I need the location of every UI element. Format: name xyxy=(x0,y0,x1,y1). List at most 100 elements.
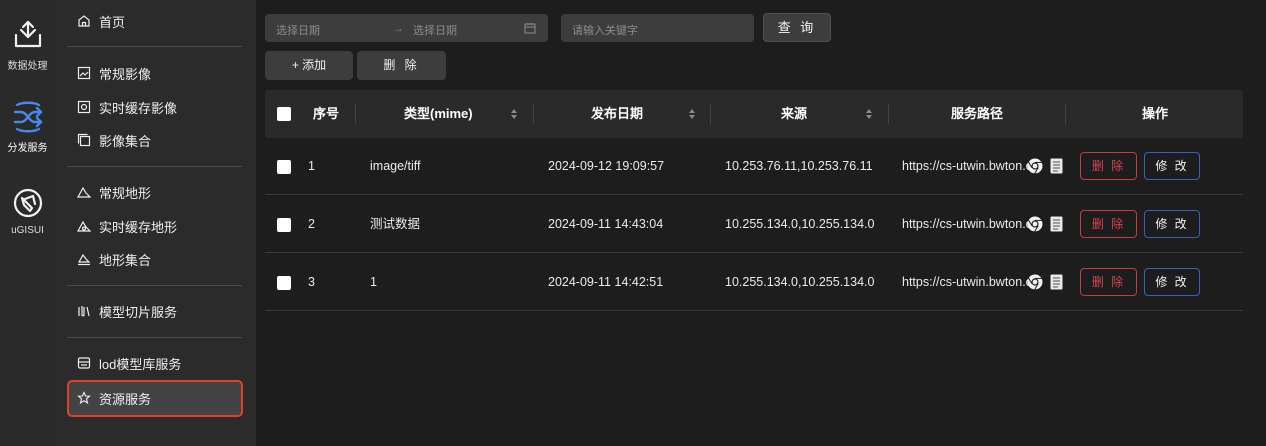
menu-item-label: 常规地形 xyxy=(99,185,152,201)
image-icon xyxy=(77,66,91,80)
cell-source: 10.253.76.11,10.253.76.11 xyxy=(725,159,873,173)
menu-item-terrain-collection[interactable]: 地形集合 xyxy=(77,249,151,269)
cell-service-path: https://cs-utwin.bwton.com xyxy=(902,159,1030,173)
end-date-placeholder[interactable]: 选择日期 xyxy=(413,22,457,38)
menu-item-realtime-terrain-cache[interactable]: 实时缓存地形 xyxy=(77,216,177,236)
collection-icon xyxy=(77,133,91,147)
row-edit-button[interactable]: 修 改 xyxy=(1144,210,1200,238)
table-header: 序号 类型(mime) 发布日期 来源 服务路径 操作 xyxy=(265,90,1243,138)
menu-divider xyxy=(67,337,242,338)
rail-item-distribution[interactable]: 分发服务 xyxy=(0,100,55,154)
arrow-right-icon: → xyxy=(392,21,404,35)
ugis-icon xyxy=(13,188,42,218)
row-checkbox[interactable] xyxy=(277,218,291,232)
cell-type: 测试数据 xyxy=(370,217,421,231)
add-button[interactable]: + 添加 xyxy=(265,51,353,80)
chrome-icon[interactable] xyxy=(1027,158,1043,174)
sort-icon[interactable] xyxy=(688,108,696,120)
rail-label-distribution: 分发服务 xyxy=(7,143,48,154)
header-index: 序号 xyxy=(313,106,340,121)
menu-item-home[interactable]: 首页 xyxy=(77,11,125,31)
menu-item-label: lod模型库服务 xyxy=(99,356,182,372)
header-publish-date: 发布日期 xyxy=(591,106,644,121)
copy-document-icon[interactable] xyxy=(1050,274,1063,290)
row-edit-button[interactable]: 修 改 xyxy=(1144,152,1200,180)
table-row: 2 测试数据 2024-09-11 14:43:04 10.255.134.0,… xyxy=(265,196,1243,253)
row-checkbox[interactable] xyxy=(277,160,291,174)
terrain-collection-icon xyxy=(77,253,91,266)
menu-divider xyxy=(67,46,242,47)
menu-item-label: 实时缓存地形 xyxy=(99,219,178,235)
menu-item-model-tile-service[interactable]: 模型切片服务 xyxy=(77,301,177,321)
column-separator xyxy=(888,104,889,124)
header-operations: 操作 xyxy=(1142,106,1169,121)
cell-publish-date: 2024-09-11 14:43:04 xyxy=(548,217,664,231)
lod-model-icon xyxy=(77,357,91,369)
rail-item-ugisui[interactable]: uGISUI xyxy=(0,186,55,236)
query-button[interactable]: 查 询 xyxy=(763,13,831,42)
cell-index: 1 xyxy=(308,159,315,173)
menu-item-label: 影像集合 xyxy=(99,133,152,149)
menu-item-regular-terrain[interactable]: 常规地形 xyxy=(77,182,151,202)
column-separator xyxy=(355,104,356,124)
chrome-icon[interactable] xyxy=(1027,216,1043,232)
rail-item-data-processing[interactable]: 数据处理 xyxy=(0,18,55,72)
sort-icon[interactable] xyxy=(510,108,518,120)
start-date-placeholder[interactable]: 选择日期 xyxy=(276,22,320,38)
cell-index: 2 xyxy=(308,217,315,231)
date-range-picker[interactable]: 选择日期 → 选择日期 xyxy=(265,14,548,42)
menu-divider xyxy=(67,285,242,286)
column-separator xyxy=(1065,104,1066,124)
cell-type: image/tiff xyxy=(370,159,421,173)
row-delete-button[interactable]: 删 除 xyxy=(1080,210,1137,238)
copy-document-icon[interactable] xyxy=(1050,216,1063,232)
home-icon xyxy=(78,15,90,27)
resource-icon xyxy=(77,391,91,405)
header-source: 来源 xyxy=(781,106,808,121)
cell-service-path: https://cs-utwin.bwton.com xyxy=(902,217,1030,231)
chrome-icon[interactable] xyxy=(1027,274,1043,290)
keyword-search-input[interactable]: 请输入关键字 xyxy=(561,14,754,42)
row-checkbox[interactable] xyxy=(277,276,291,290)
row-delete-button[interactable]: 删 除 xyxy=(1080,152,1137,180)
row-edit-button[interactable]: 修 改 xyxy=(1144,268,1200,296)
image-cache-icon xyxy=(77,100,91,114)
main-content: 选择日期 → 选择日期 请输入关键字 查 询 + 添加 删 除 序号 类型(mi… xyxy=(256,0,1266,446)
model-tile-icon xyxy=(78,306,90,317)
select-all-checkbox[interactable] xyxy=(277,107,291,121)
header-service-path: 服务路径 xyxy=(951,106,1004,121)
cell-index: 3 xyxy=(308,275,315,289)
menu-item-image-collection[interactable]: 影像集合 xyxy=(77,130,151,150)
column-separator xyxy=(710,104,711,124)
copy-document-icon[interactable] xyxy=(1050,158,1063,174)
distribution-icon xyxy=(13,101,42,133)
cell-source: 10.255.134.0,10.255.134.0 xyxy=(725,217,875,231)
column-separator xyxy=(533,104,534,124)
menu-item-regular-imagery[interactable]: 常规影像 xyxy=(77,63,151,83)
menu-item-realtime-image-cache[interactable]: 实时缓存影像 xyxy=(77,97,177,117)
cell-source: 10.255.134.0,10.255.134.0 xyxy=(725,275,875,289)
menu-item-label: 资源服务 xyxy=(99,391,152,407)
cell-publish-date: 2024-09-12 19:09:57 xyxy=(548,159,665,173)
menu-item-label: 地形集合 xyxy=(99,252,152,268)
table-row: 3 1 2024-09-11 14:42:51 10.255.134.0,10.… xyxy=(265,254,1243,311)
cell-service-path: https://cs-utwin.bwton.com xyxy=(902,275,1030,289)
table-row: 1 image/tiff 2024-09-12 19:09:57 10.253.… xyxy=(265,138,1243,195)
menu-item-label: 模型切片服务 xyxy=(99,304,178,320)
menu-item-label: 实时缓存影像 xyxy=(99,100,178,116)
menu-divider xyxy=(67,166,242,167)
sort-icon[interactable] xyxy=(865,108,873,120)
menu-item-resource-service[interactable]: 资源服务 xyxy=(77,388,151,408)
side-menu: 首页 常规影像 实时缓存影像 影像集合 常规地形 实时缓存地形 地形集合 模型切… xyxy=(55,0,256,446)
batch-delete-button[interactable]: 删 除 xyxy=(357,51,446,80)
menu-item-lod-model-library[interactable]: lod模型库服务 xyxy=(77,353,181,373)
rail-label-ugisui: uGISUI xyxy=(11,225,44,236)
rail-label-data-processing: 数据处理 xyxy=(7,61,48,72)
icon-rail: 数据处理 分发服务 uGISUI xyxy=(0,0,55,446)
menu-item-label: 常规影像 xyxy=(99,66,152,82)
menu-item-label: 首页 xyxy=(99,14,126,30)
data-processing-icon xyxy=(14,20,41,48)
cell-type: 1 xyxy=(370,275,377,289)
row-delete-button[interactable]: 删 除 xyxy=(1080,268,1137,296)
terrain-icon xyxy=(77,186,91,198)
